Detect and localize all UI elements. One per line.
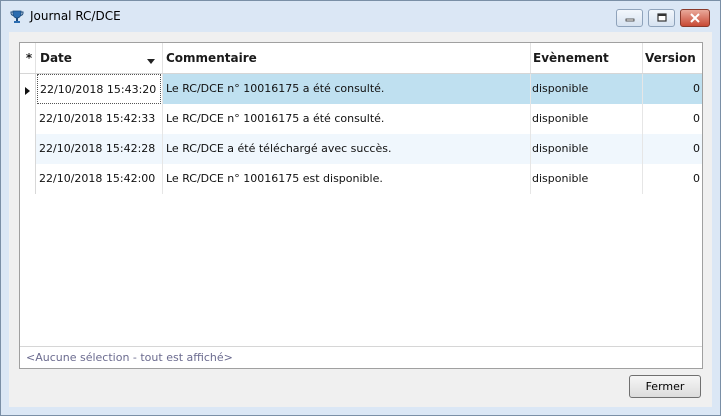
- cell-evenement[interactable]: disponible: [532, 134, 640, 164]
- column-divider: [530, 74, 531, 194]
- maximize-button[interactable]: [648, 9, 675, 27]
- row-indicator[interactable]: [20, 134, 36, 164]
- cell-date[interactable]: 22/10/2018 15:42:33: [39, 104, 161, 134]
- fermer-button[interactable]: Fermer: [629, 375, 701, 398]
- maximize-icon: [649, 10, 674, 26]
- cell-evenement[interactable]: disponible: [532, 104, 640, 134]
- column-divider: [642, 74, 643, 194]
- cell-version[interactable]: 0: [642, 104, 702, 134]
- header-star: *: [25, 51, 33, 65]
- window-title: Journal RC/DCE: [30, 9, 121, 23]
- close-window-button[interactable]: [680, 9, 710, 27]
- cell-version[interactable]: 0: [642, 134, 702, 164]
- cell-date[interactable]: 22/10/2018 15:43:20: [37, 74, 161, 104]
- cell-commentaire[interactable]: Le RC/DCE n° 10016175 a été consulté.: [166, 104, 528, 134]
- header-date[interactable]: Date: [40, 43, 72, 73]
- grid-header: * Date Commentaire Evènement Version: [20, 43, 702, 74]
- column-divider: [162, 74, 163, 194]
- trophy-icon: [9, 9, 25, 25]
- cell-date[interactable]: 22/10/2018 15:42:00: [39, 164, 161, 194]
- row-pointer-icon: [25, 85, 31, 98]
- cell-version[interactable]: 0: [642, 164, 702, 194]
- header-version[interactable]: Version: [645, 43, 696, 73]
- table-row[interactable]: 22/10/2018 15:42:00 Le RC/DCE n° 1001617…: [20, 164, 702, 194]
- header-evenement[interactable]: Evènement: [533, 43, 609, 73]
- header-commentaire[interactable]: Commentaire: [166, 43, 257, 73]
- row-indicator[interactable]: [20, 104, 36, 134]
- table-row[interactable]: 22/10/2018 15:42:28 Le RC/DCE a été télé…: [20, 134, 702, 164]
- status-bar: <Aucune sélection - tout est affiché>: [20, 346, 702, 368]
- minimize-icon: [617, 10, 642, 26]
- close-icon: [681, 10, 709, 26]
- title-bar[interactable]: Journal RC/DCE: [1, 1, 720, 31]
- cell-evenement[interactable]: disponible: [532, 164, 640, 194]
- cell-evenement[interactable]: disponible: [530, 74, 644, 104]
- cell-commentaire[interactable]: Le RC/DCE n° 10016175 a été consulté.: [162, 74, 534, 104]
- minimize-button[interactable]: [616, 9, 643, 27]
- dialog-client: * Date Commentaire Evènement Version 22/…: [9, 32, 712, 407]
- row-indicator[interactable]: [20, 164, 36, 194]
- cell-commentaire[interactable]: Le RC/DCE n° 10016175 est disponible.: [166, 164, 528, 194]
- cell-date[interactable]: 22/10/2018 15:42:28: [39, 134, 161, 164]
- cell-version[interactable]: 0: [642, 74, 702, 104]
- cell-commentaire[interactable]: Le RC/DCE a été téléchargé avec succès.: [166, 134, 528, 164]
- journal-grid: * Date Commentaire Evènement Version 22/…: [19, 42, 703, 369]
- sort-desc-icon: [147, 55, 155, 68]
- row-indicator[interactable]: [20, 74, 36, 104]
- journal-window: Journal RC/DCE * Date Commentaire Evènem…: [0, 0, 721, 416]
- table-row[interactable]: 22/10/2018 15:42:33 Le RC/DCE n° 1001617…: [20, 104, 702, 134]
- table-row[interactable]: 22/10/2018 15:43:20 Le RC/DCE n° 1001617…: [20, 74, 702, 104]
